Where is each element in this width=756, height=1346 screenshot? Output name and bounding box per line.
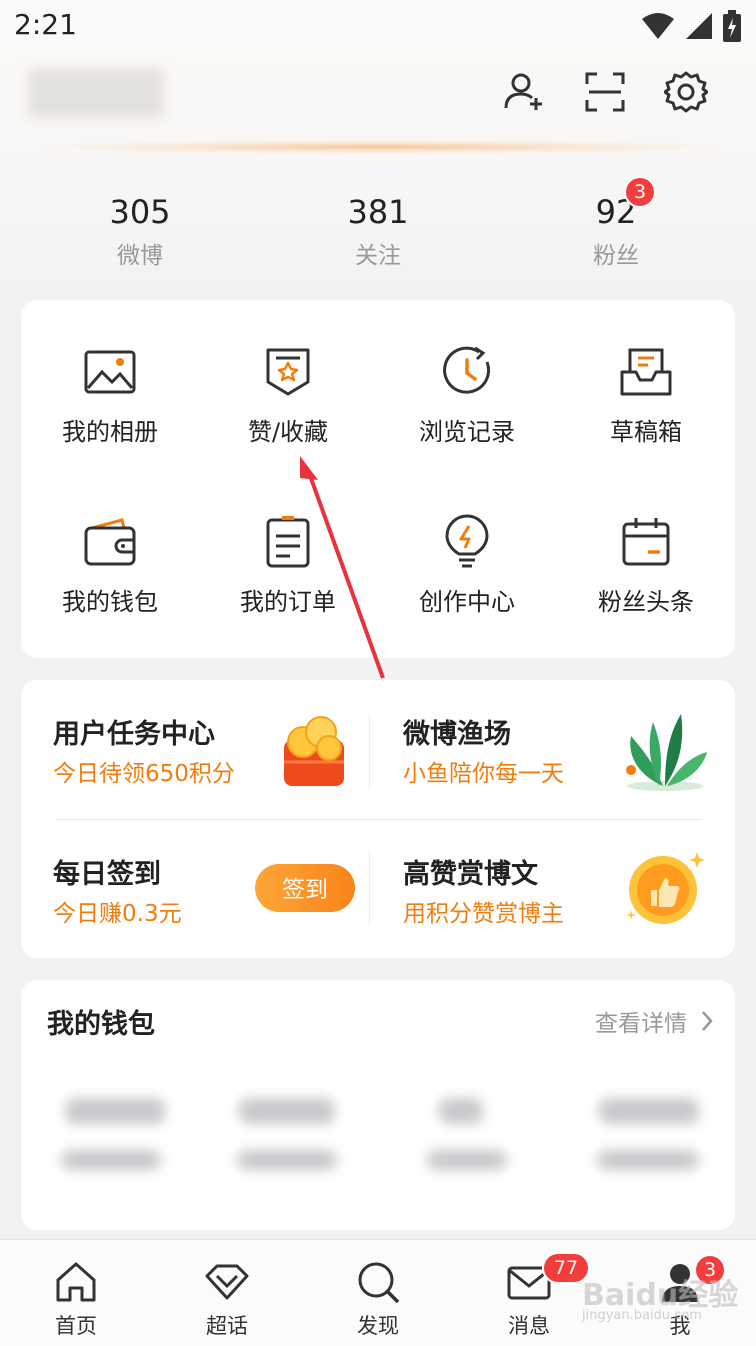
annotation-arrow <box>300 456 385 679</box>
search-icon <box>358 1262 400 1304</box>
tab-label: 发现 <box>357 1314 399 1338</box>
tab-label: 超话 <box>206 1314 248 1338</box>
watermark-url: jingyan.baidu.com <box>582 1308 702 1323</box>
tab-label: 首页 <box>55 1314 97 1338</box>
home-icon <box>56 1262 96 1302</box>
tab-home[interactable]: 首页 <box>26 1258 126 1340</box>
tab-super-topic[interactable]: 超话 <box>177 1258 277 1340</box>
tab-label: 消息 <box>508 1314 550 1338</box>
tab-discover[interactable]: 发现 <box>328 1258 428 1340</box>
diamond-icon <box>205 1264 249 1300</box>
